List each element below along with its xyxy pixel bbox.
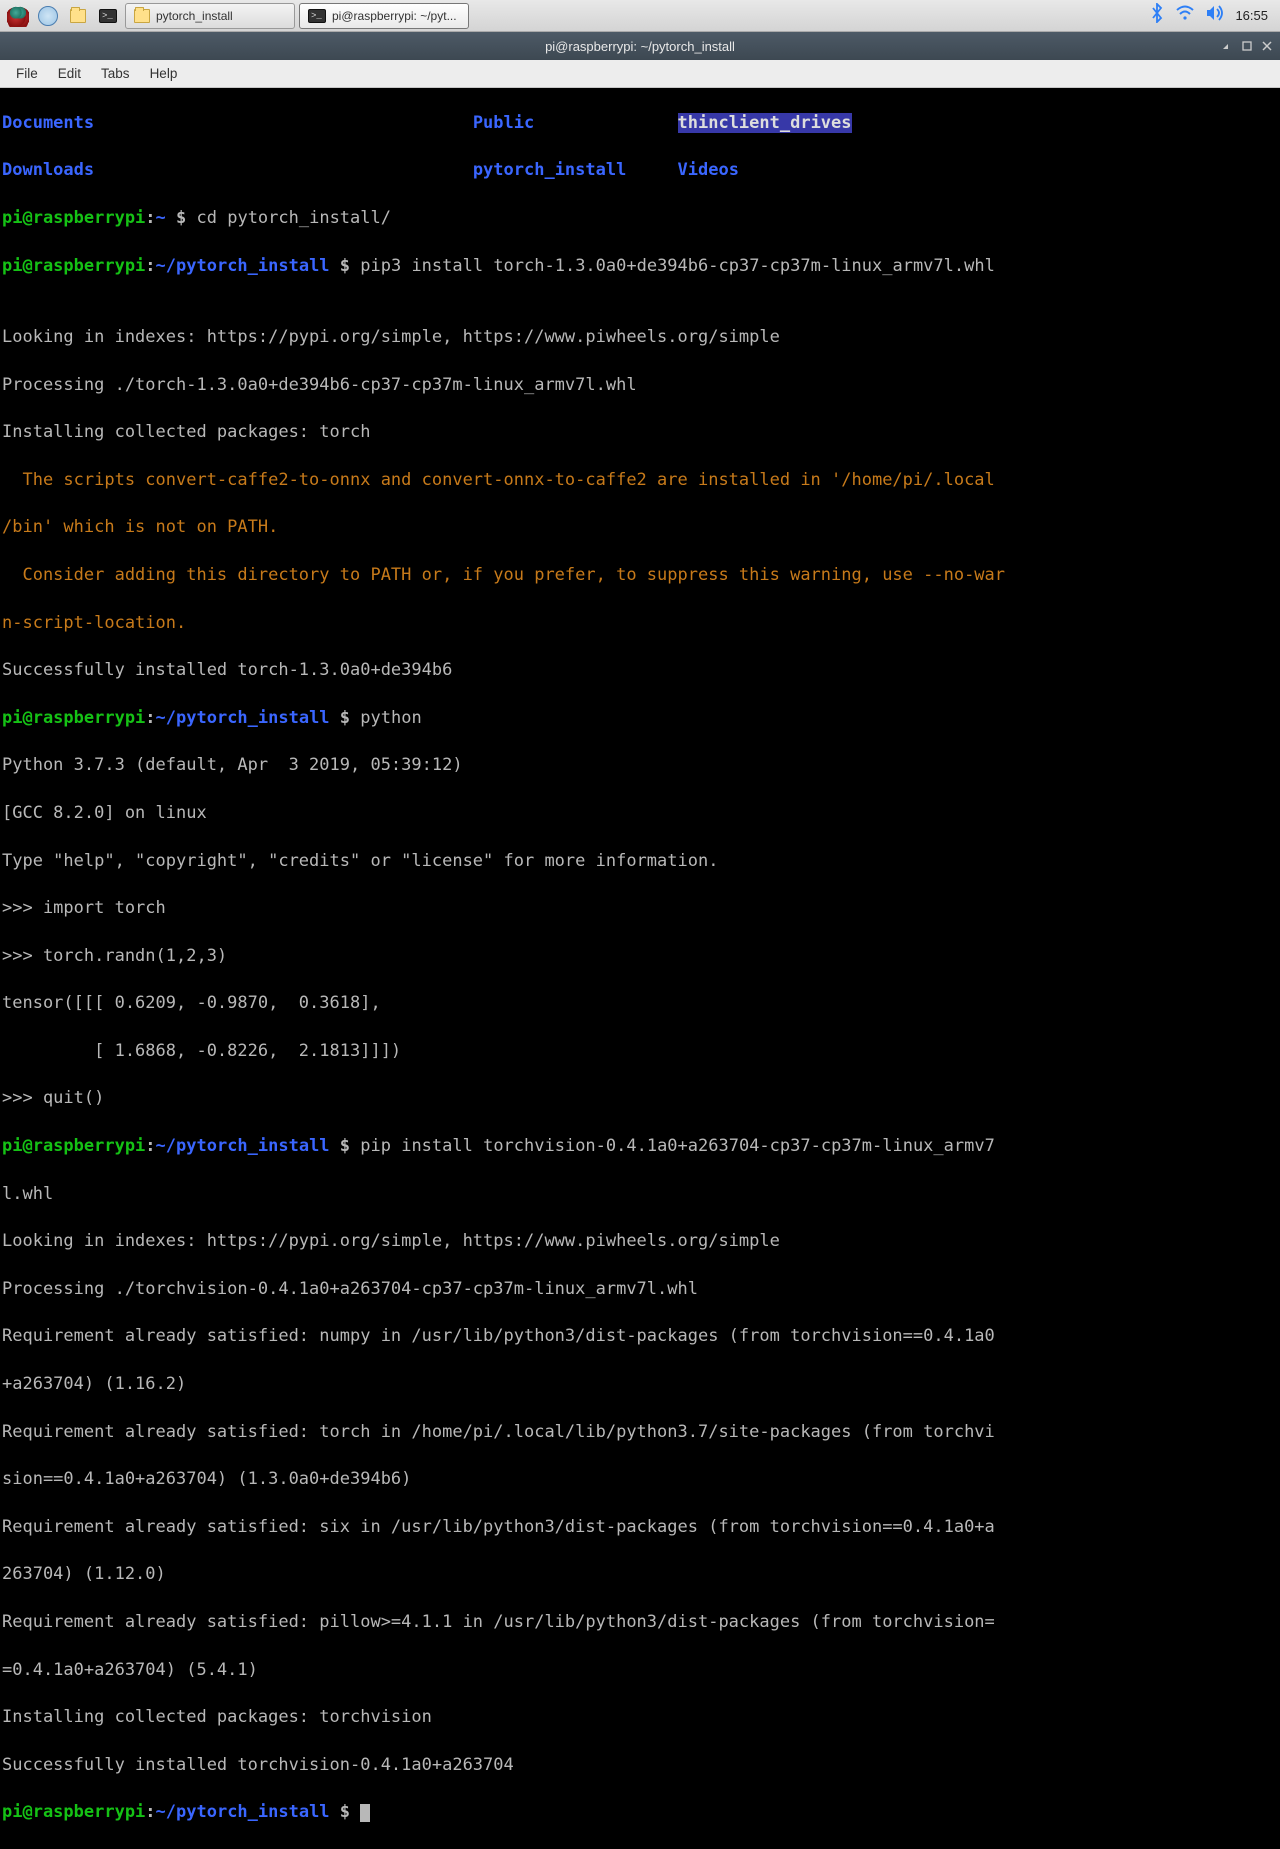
output-line: Installing collected packages: torchvisi…: [2, 1706, 1278, 1730]
ls-entry: Downloads: [2, 160, 473, 180]
prompt-path: ~/pytorch_install: [156, 1802, 330, 1822]
output-line: Requirement already satisfied: pillow>=4…: [2, 1611, 1278, 1635]
file-manager-icon[interactable]: [64, 2, 92, 30]
ls-entry: Videos: [678, 160, 739, 180]
maximize-button[interactable]: [1238, 38, 1256, 54]
task-label: pi@raspberrypi: ~/pyt...: [332, 9, 457, 23]
output-line: [GCC 8.2.0] on linux: [2, 802, 1278, 826]
output-line: >>> quit(): [2, 1087, 1278, 1111]
menu-edit[interactable]: Edit: [48, 63, 91, 84]
task-button-terminal[interactable]: >_ pi@raspberrypi: ~/pyt...: [299, 3, 469, 29]
output-line: Looking in indexes: https://pypi.org/sim…: [2, 326, 1278, 350]
taskbar: >_ pytorch_install >_ pi@raspberrypi: ~/…: [0, 0, 1280, 32]
ls-entry: pytorch_install: [473, 160, 678, 180]
warning-line: n-script-location.: [2, 612, 1278, 636]
output-line: Successfully installed torch-1.3.0a0+de3…: [2, 659, 1278, 683]
clock[interactable]: 16:55: [1235, 8, 1268, 23]
ls-entry: Documents: [2, 113, 473, 133]
output-line: Requirement already satisfied: numpy in …: [2, 1325, 1278, 1349]
prompt-user: pi@raspberrypi: [2, 208, 145, 228]
command: cd pytorch_install/: [197, 208, 391, 228]
output-line: [ 1.6868, -0.8226, 2.1813]]]): [2, 1040, 1278, 1064]
terminal-launcher-icon[interactable]: >_: [94, 2, 122, 30]
warning-line: /bin' which is not on PATH.: [2, 516, 1278, 540]
output-line: 263704) (1.12.0): [2, 1563, 1278, 1587]
output-line: Type "help", "copyright", "credits" or "…: [2, 850, 1278, 874]
taskbar-left: >_ pytorch_install >_ pi@raspberrypi: ~/…: [4, 2, 1149, 30]
menu-tabs[interactable]: Tabs: [91, 63, 140, 84]
close-button[interactable]: [1258, 38, 1276, 54]
window-titlebar[interactable]: pi@raspberrypi: ~/pytorch_install: [0, 32, 1280, 60]
task-label: pytorch_install: [156, 9, 233, 23]
output-line: Installing collected packages: torch: [2, 421, 1278, 445]
terminal[interactable]: Documents Public thinclient_drives Downl…: [0, 88, 1280, 1849]
output-line: Looking in indexes: https://pypi.org/sim…: [2, 1230, 1278, 1254]
output-line: =0.4.1a0+a263704) (5.4.1): [2, 1659, 1278, 1683]
ls-entry: thinclient_drives: [678, 113, 852, 133]
menubar: File Edit Tabs Help: [0, 60, 1280, 88]
output-line: Python 3.7.3 (default, Apr 3 2019, 05:39…: [2, 754, 1278, 778]
output-line: sion==0.4.1a0+a263704) (1.3.0a0+de394b6): [2, 1468, 1278, 1492]
output-line: Successfully installed torchvision-0.4.1…: [2, 1754, 1278, 1778]
window-controls: [1218, 32, 1276, 60]
prompt-path: ~: [156, 208, 166, 228]
prompt-path: ~/pytorch_install: [156, 1136, 330, 1156]
raspberry-menu-icon[interactable]: [4, 2, 32, 30]
output-line: >>> torch.randn(1,2,3): [2, 945, 1278, 969]
command-continuation: l.whl: [2, 1183, 1278, 1207]
command: pip install torchvision-0.4.1a0+a263704-…: [360, 1136, 995, 1156]
command: pip3 install torch-1.3.0a0+de394b6-cp37-…: [360, 256, 995, 276]
prompt-user: pi@raspberrypi: [2, 1802, 145, 1822]
prompt-path: ~/pytorch_install: [156, 708, 330, 728]
warning-line: The scripts convert-caffe2-to-onnx and c…: [2, 469, 1278, 493]
terminal-cursor: [360, 1804, 370, 1822]
prompt-user: pi@raspberrypi: [2, 256, 145, 276]
prompt-user: pi@raspberrypi: [2, 708, 145, 728]
task-button-file-manager[interactable]: pytorch_install: [125, 3, 295, 29]
menu-help[interactable]: Help: [140, 63, 188, 84]
window-title: pi@raspberrypi: ~/pytorch_install: [545, 39, 735, 54]
ls-entry: Public: [473, 113, 678, 133]
taskbar-right: 16:55: [1149, 3, 1276, 28]
minimize-button[interactable]: [1218, 38, 1236, 54]
output-line: Processing ./torch-1.3.0a0+de394b6-cp37-…: [2, 374, 1278, 398]
warning-line: Consider adding this directory to PATH o…: [2, 564, 1278, 588]
volume-icon[interactable]: [1205, 5, 1225, 26]
prompt-user: pi@raspberrypi: [2, 1136, 145, 1156]
output-line: Processing ./torchvision-0.4.1a0+a263704…: [2, 1278, 1278, 1302]
prompt-path: ~/pytorch_install: [156, 256, 330, 276]
wifi-icon[interactable]: [1175, 5, 1195, 26]
folder-icon: [134, 9, 150, 23]
output-line: Requirement already satisfied: torch in …: [2, 1421, 1278, 1445]
output-line: tensor([[[ 0.6209, -0.9870, 0.3618],: [2, 992, 1278, 1016]
menu-file[interactable]: File: [6, 63, 48, 84]
output-line: Requirement already satisfied: six in /u…: [2, 1516, 1278, 1540]
terminal-icon: >_: [308, 9, 326, 23]
output-line: +a263704) (1.16.2): [2, 1373, 1278, 1397]
output-line: >>> import torch: [2, 897, 1278, 921]
bluetooth-icon[interactable]: [1149, 3, 1165, 28]
command: python: [360, 708, 421, 728]
globe-icon[interactable]: [34, 2, 62, 30]
